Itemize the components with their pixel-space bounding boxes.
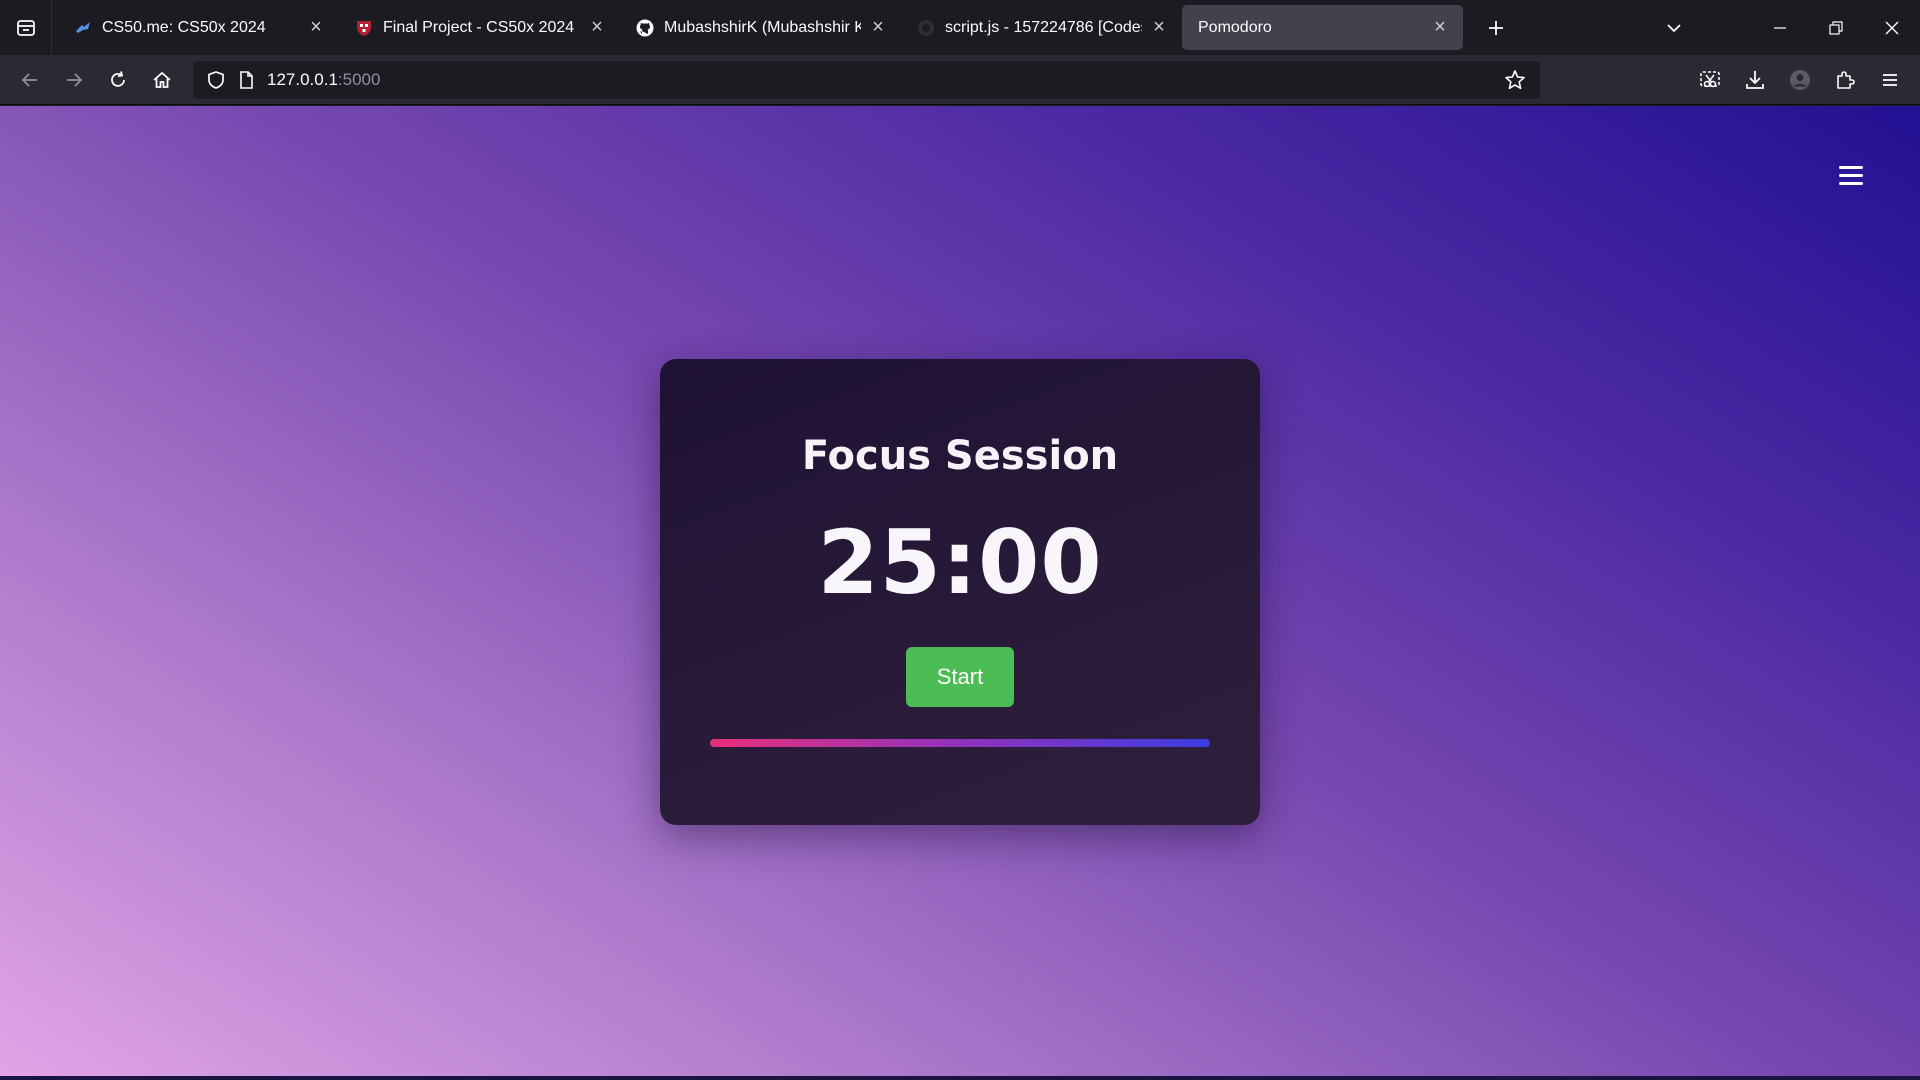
back-button[interactable] [8, 60, 52, 100]
restore-button[interactable] [1808, 0, 1864, 55]
home-button[interactable] [140, 60, 184, 100]
download-icon [1745, 71, 1764, 89]
reload-icon [111, 70, 125, 87]
hamburger-line [1839, 165, 1863, 169]
tab-strip: CS50.me: CS50x 2024 × Final Project - CS… [0, 0, 1920, 55]
tab-pomodoro[interactable]: Pomodoro × [1182, 5, 1463, 50]
close-tab-icon[interactable]: × [1148, 16, 1170, 39]
url-text[interactable]: 127.0.0.1:5000 [267, 70, 380, 90]
firefox-view-button[interactable] [0, 0, 52, 55]
downloads-button[interactable] [1732, 60, 1777, 100]
account-avatar-icon [1789, 70, 1810, 90]
tracking-protection-shield-icon[interactable] [201, 65, 231, 95]
hamburger-line [1839, 173, 1863, 177]
tab-github[interactable]: MubashshirK (Mubashshir Khan) × [620, 5, 901, 50]
url-port: :5000 [337, 70, 381, 89]
close-window-button[interactable] [1864, 0, 1920, 55]
plus-icon [1489, 20, 1503, 35]
extensions-button[interactable] [1822, 60, 1867, 100]
address-bar[interactable]: 127.0.0.1:5000 [193, 61, 1540, 99]
minimize-button[interactable] [1752, 0, 1808, 55]
new-tab-button[interactable] [1475, 7, 1517, 49]
tab-title: MubashshirK (Mubashshir Khan) [664, 18, 861, 36]
screenshot-scissors-icon [1699, 71, 1720, 88]
close-tab-icon[interactable]: × [867, 16, 889, 39]
menu-icon [1882, 74, 1897, 86]
progress-fill [710, 739, 1210, 747]
page-info-icon[interactable] [231, 65, 261, 95]
progress-bar [710, 739, 1210, 747]
home-icon [153, 71, 171, 88]
app-menu-button[interactable] [1867, 60, 1912, 100]
close-icon [1885, 21, 1899, 34]
restore-icon [1829, 20, 1843, 35]
timer-display: 25:00 [817, 511, 1103, 614]
pomodoro-page: Focus Session 25:00 Start [0, 106, 1920, 1080]
puzzle-piece-icon [1836, 71, 1855, 89]
navigation-toolbar: 127.0.0.1:5000 [0, 55, 1920, 105]
cs50-logo-icon [74, 19, 92, 37]
screenshot-button[interactable] [1687, 60, 1732, 100]
tab-cs50me[interactable]: CS50.me: CS50x 2024 × [58, 5, 339, 50]
github-icon [636, 19, 654, 37]
arrow-left-icon [21, 72, 37, 87]
list-all-tabs-button[interactable] [1646, 0, 1702, 55]
close-tab-icon[interactable]: × [1429, 16, 1451, 39]
arrow-right-icon [67, 72, 83, 87]
tab-final-project[interactable]: Final Project - CS50x 2024 × [339, 5, 620, 50]
account-button[interactable] [1777, 60, 1822, 100]
chevron-down-icon [1667, 23, 1681, 32]
url-host: 127.0.0.1 [267, 70, 338, 89]
tab-title: Final Project - CS50x 2024 [383, 18, 575, 36]
tab-codespaces[interactable]: script.js - 157224786 [Codespaces] × [901, 5, 1182, 50]
firefox-view-icon [16, 19, 35, 36]
tab-title: Pomodoro [1198, 18, 1272, 36]
forward-button[interactable] [52, 60, 96, 100]
session-title: Focus Session [801, 433, 1119, 479]
bookmark-star-icon[interactable] [1500, 65, 1530, 95]
harvard-shield-icon [355, 19, 373, 37]
hamburger-line [1839, 181, 1863, 185]
tab-title: script.js - 157224786 [Codespaces] [945, 18, 1142, 36]
timer-card: Focus Session 25:00 Start [660, 359, 1260, 825]
minimize-icon [1774, 26, 1786, 29]
codespaces-icon [917, 19, 935, 37]
reload-button[interactable] [96, 60, 140, 100]
close-tab-icon[interactable]: × [305, 16, 327, 39]
tab-title: CS50.me: CS50x 2024 [102, 18, 266, 36]
hamburger-menu-icon[interactable] [1836, 162, 1866, 188]
page-bottom-edge [0, 1076, 1920, 1080]
start-button[interactable]: Start [906, 647, 1014, 707]
close-tab-icon[interactable]: × [586, 16, 608, 39]
